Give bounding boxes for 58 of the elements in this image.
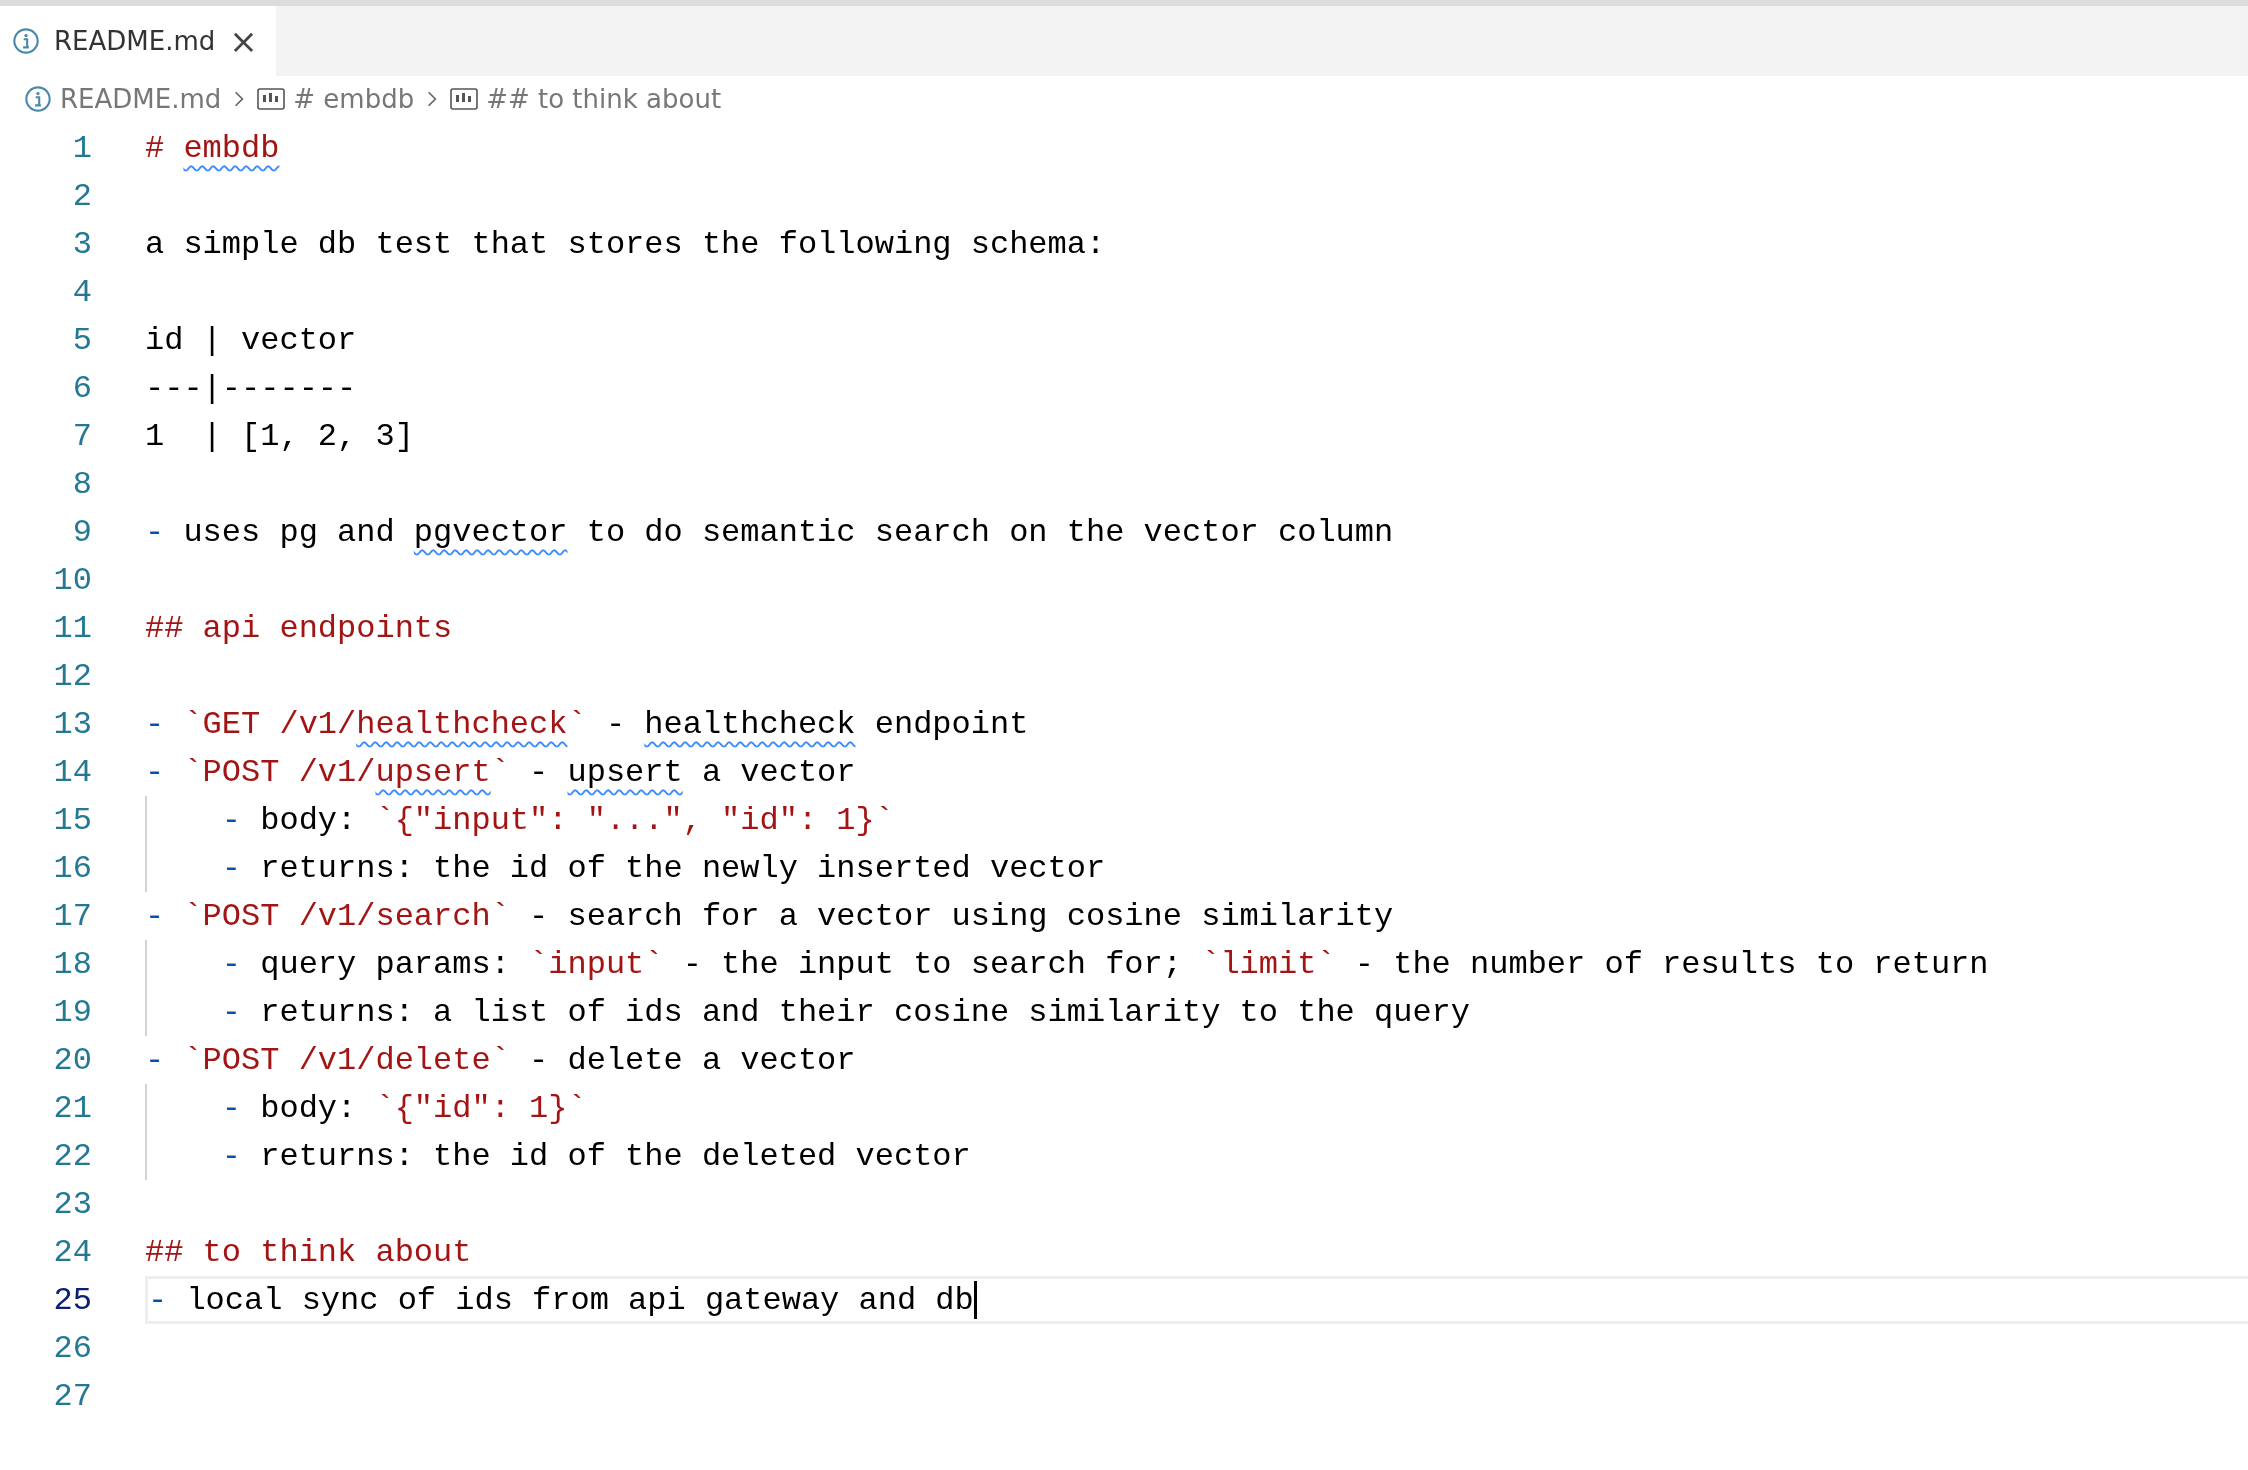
code-line: ---|-------: [145, 369, 357, 407]
line-number: 20: [52, 1041, 92, 1079]
line-number: 27: [52, 1377, 92, 1415]
code-line: 1 | [1, 2, 3]: [145, 417, 414, 455]
line-number: 8: [71, 465, 92, 503]
line-number: 25: [52, 1281, 92, 1319]
close-button[interactable]: ×: [229, 24, 258, 58]
line-number: 24: [52, 1233, 92, 1271]
line-number: 15: [52, 801, 92, 839]
line-number: 22: [52, 1137, 92, 1175]
text-cursor: [973, 1281, 977, 1319]
line-number: 9: [71, 513, 92, 551]
info-icon: [24, 85, 52, 113]
breadcrumb-item[interactable]: # embdb: [293, 84, 415, 114]
line-number: 5: [71, 321, 92, 359]
code-line: ## to think about: [145, 1233, 472, 1271]
line-number: 4: [71, 273, 92, 311]
line-number: 16: [52, 849, 92, 887]
line-number: 13: [52, 705, 92, 743]
line-number: 7: [71, 417, 92, 455]
line-number: 1: [71, 129, 92, 167]
chevron-icon: [426, 90, 439, 108]
editor-tab[interactable]: README.md ×: [0, 6, 276, 76]
code-line: - `POST /v1/upsert` - upsert a vector: [145, 753, 856, 791]
string-symbol-icon: [257, 88, 286, 110]
code-line: - body: `{"input": "...", "id": 1}`: [220, 801, 894, 839]
code-line: - `POST /v1/delete` - delete a vector: [145, 1041, 856, 1079]
code-line: ## api endpoints: [145, 609, 453, 647]
line-number: 12: [52, 657, 92, 695]
line-number: 21: [52, 1089, 92, 1127]
code-line: - returns: a list of ids and their cosine similarity to the query: [220, 993, 1470, 1031]
line-number: 6: [71, 369, 92, 407]
line-number: 2: [71, 177, 92, 215]
code-line: # embdb: [145, 129, 280, 167]
breadcrumb-item[interactable]: ## to think about: [486, 84, 722, 114]
chevron-icon: [233, 90, 246, 108]
breadcrumb-item[interactable]: README.md: [60, 84, 222, 114]
code-line: - body: `{"id": 1}`: [220, 1089, 587, 1127]
line-number: 26: [52, 1329, 92, 1367]
line-number: 14: [52, 753, 92, 791]
code-line: - returns: the id of the newly inserted vector: [220, 849, 1106, 887]
line-number: 3: [71, 225, 92, 263]
code-line: a simple db test that stores the following schema:: [145, 225, 1106, 263]
code-line: - returns: the id of the deleted vector: [220, 1137, 971, 1175]
code-line: - local sync of ids from api gateway and db: [148, 1281, 974, 1319]
line-number: 17: [52, 897, 92, 935]
code-line: - uses pg and pgvector to do semantic search on the vector column: [145, 513, 1394, 551]
line-number: 19: [52, 993, 92, 1031]
line-number: 23: [52, 1185, 92, 1223]
string-symbol-icon: [450, 88, 479, 110]
line-number: 10: [52, 561, 92, 599]
line-number: 11: [52, 609, 92, 647]
code-line: - query params: `input` - the input to search for; `limit` - the number of results to return: [220, 945, 1989, 983]
code-line: id | vector: [145, 321, 357, 359]
code-line: - `GET /v1/healthcheck` - healthcheck endpoint: [145, 705, 1029, 743]
code-line: - `POST /v1/search` - search for a vector using cosine similarity: [145, 897, 1394, 935]
info-icon: [12, 27, 40, 55]
line-number: 18: [52, 945, 92, 983]
